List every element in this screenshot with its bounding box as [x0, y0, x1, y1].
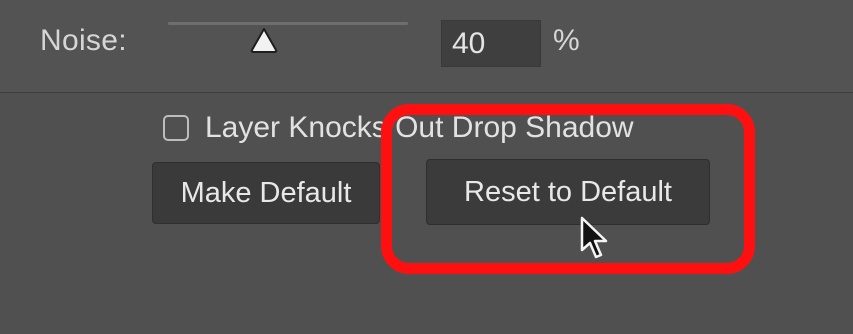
layer-knocks-out-label[interactable]: Layer Knocks Out Drop Shadow — [205, 111, 634, 145]
layer-knocks-out-checkbox[interactable] — [163, 115, 189, 141]
noise-value-input[interactable]: 40 — [441, 20, 541, 67]
layer-style-panel: Noise: 40 % Layer Knocks Out Drop Shadow… — [0, 0, 853, 334]
noise-label: Noise: — [40, 24, 127, 57]
make-default-button[interactable]: Make Default — [152, 162, 380, 224]
arrow-cursor-icon — [579, 216, 609, 262]
noise-row: Noise: 40 % — [0, 0, 853, 93]
noise-unit-label: % — [553, 24, 580, 57]
reset-to-default-button[interactable]: Reset to Default — [426, 159, 710, 225]
noise-slider-track[interactable] — [168, 22, 408, 25]
